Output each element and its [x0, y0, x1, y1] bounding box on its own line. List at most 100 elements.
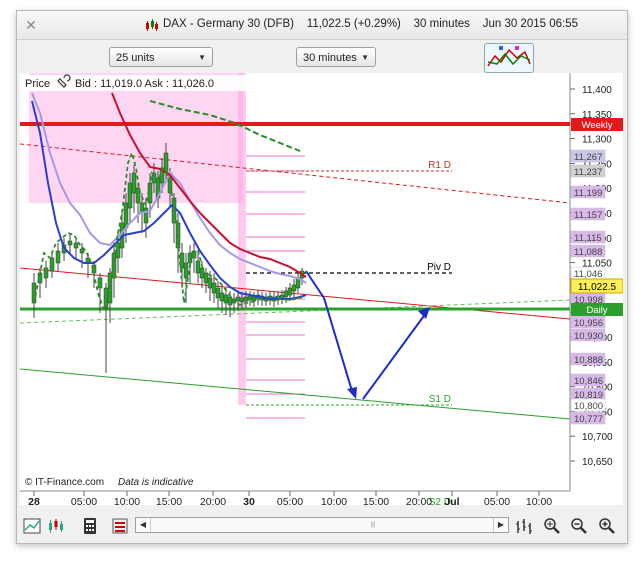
price-box-label: 11,088 — [574, 247, 602, 258]
price-chart[interactable]: R1 D Piv D S1 D S2 D 11,40011,35011,3001… — [20, 73, 623, 505]
close-icon[interactable]: ✕ — [23, 17, 39, 33]
footer-toolbar: ◀ ||| ▶ — [17, 509, 627, 543]
candle-body — [103, 287, 109, 309]
timeframe-select[interactable]: 30 minutes ▼ — [296, 47, 376, 67]
x-tick-label: 20:00 — [406, 496, 432, 505]
price-box-label: 10,888 — [574, 355, 603, 366]
toolbar: 25 units ▼ 30 minutes ▼ — [17, 40, 627, 76]
candle-body — [291, 284, 297, 292]
candle-body — [211, 282, 217, 294]
x-tick-label: 05:00 — [484, 496, 510, 505]
instrument-name: DAX - Germany 30 (DFB) — [163, 18, 294, 30]
candle-body — [183, 262, 189, 279]
candle-body — [203, 272, 209, 284]
x-tick-label: 10:00 — [114, 496, 140, 505]
r1-label: R1 D — [428, 160, 451, 171]
candle-body — [239, 297, 245, 303]
disclaimer: Data is indicative — [118, 477, 194, 488]
timeframe-label: 30 minutes — [413, 18, 470, 30]
scroll-right-icon[interactable]: ▶ — [493, 518, 508, 532]
x-tick-label: 15:00 — [156, 496, 182, 505]
x-tick-label: 28 — [28, 496, 40, 505]
price-change: 11,022.5 (+0.29%) — [306, 18, 401, 30]
x-tick-label: 15:00 — [363, 496, 389, 505]
candle-body — [215, 287, 221, 299]
chart-type-icon[interactable] — [23, 517, 41, 535]
time-scrollbar[interactable]: ◀ ||| ▶ — [135, 517, 509, 533]
calculator-icon[interactable] — [81, 517, 99, 535]
price-box-label: 10,777 — [574, 414, 603, 425]
candle-body — [49, 257, 55, 272]
bid-ask-quote: Bid : 11,019.0 Ask : 11,026.0 — [75, 78, 214, 90]
y-tick-label: 11,300 — [582, 135, 612, 146]
price-box-label: 10,846 — [574, 376, 603, 387]
candle-body — [247, 295, 253, 301]
price-box-label: 11,115 — [574, 233, 602, 244]
x-tick-label: 10:00 — [321, 496, 347, 505]
candle-body — [243, 296, 249, 302]
candle-body — [143, 207, 149, 224]
units-select[interactable]: 25 units ▼ — [109, 47, 213, 67]
pivot-label: Piv D — [427, 262, 451, 273]
current-price-label: 11,022.5 — [578, 282, 617, 293]
candle-body — [55, 250, 61, 264]
indicators-icon[interactable] — [111, 517, 129, 535]
zoom-out-icon[interactable] — [570, 517, 588, 535]
candle-body — [227, 296, 233, 306]
y-tick-label: 10,650 — [582, 457, 613, 468]
timeframe-select-value: 30 minutes — [303, 52, 357, 64]
candle-body — [235, 296, 241, 302]
candle-body — [219, 292, 225, 302]
datetime-label: Jun 30 2015 06:55 — [482, 18, 578, 30]
y-tick-label: 11,400 — [582, 85, 612, 96]
zoom-fit-icon[interactable] — [543, 517, 561, 535]
price-box-label: 10,930 — [574, 331, 603, 342]
title-bar: ✕ DAX - Germany 30 (DFB) 11,022.5 (+0.29… — [17, 11, 627, 40]
price-box-label: 11,237 — [574, 167, 602, 178]
chevron-down-icon: ▼ — [198, 53, 206, 62]
bar-chart-icon[interactable] — [515, 517, 533, 535]
y-tick-label: 10,700 — [582, 432, 613, 443]
chart-window: ✕ DAX - Germany 30 (DFB) 11,022.5 (+0.29… — [16, 10, 628, 544]
scroll-thumb[interactable]: ||| — [366, 521, 380, 529]
candle-body — [207, 277, 213, 289]
price-box-label: 11,199 — [574, 188, 602, 199]
daily-badge-label: Daily — [586, 305, 607, 316]
weekly-badge-label: Weekly — [582, 120, 613, 131]
candle-body — [97, 277, 103, 289]
units-select-value: 25 units — [116, 52, 155, 64]
candle-body — [123, 202, 129, 229]
candle-body — [131, 172, 137, 194]
candlestick-icon[interactable] — [47, 517, 65, 535]
candle-body — [127, 182, 133, 209]
scroll-left-icon[interactable]: ◀ — [136, 518, 151, 532]
drawing-tools-icon[interactable] — [484, 43, 534, 73]
candle-body — [43, 267, 49, 279]
candle-body — [163, 152, 169, 174]
x-tick-label: 05:00 — [71, 496, 97, 505]
candle-body — [223, 294, 229, 304]
candle-body — [287, 287, 293, 296]
price-box-label: 11,157 — [574, 210, 602, 221]
candle-body — [195, 260, 201, 274]
watermark: © IT-Finance.com — [25, 477, 104, 488]
price-box-label: 11,046 — [574, 269, 602, 280]
window-title: DAX - Germany 30 (DFB) 11,022.5 (+0.29%)… — [163, 18, 578, 30]
chevron-down-icon: ▼ — [361, 53, 369, 62]
price-label: Price — [25, 78, 50, 90]
x-tick-label: 30 — [243, 496, 255, 505]
price-box-label: 10,800 — [574, 401, 603, 412]
chart-area[interactable]: R1 D Piv D S1 D S2 D 11,400 11,350 11,300 1… — [20, 73, 623, 505]
x-tick-label: Jul — [444, 496, 459, 505]
candle-body — [179, 252, 185, 269]
x-tick-label: 20:00 — [200, 496, 226, 505]
price-box-label: 10,956 — [574, 318, 603, 329]
x-tick-label: 10:00 — [526, 496, 552, 505]
x-tick-label: 05:00 — [277, 496, 303, 505]
price-box-label: 11,267 — [574, 152, 602, 163]
candle-body — [73, 242, 79, 249]
candle-body — [283, 290, 289, 298]
candlestick-icon — [146, 19, 158, 31]
zoom-in-icon[interactable] — [598, 517, 616, 535]
candle-body — [67, 240, 73, 246]
